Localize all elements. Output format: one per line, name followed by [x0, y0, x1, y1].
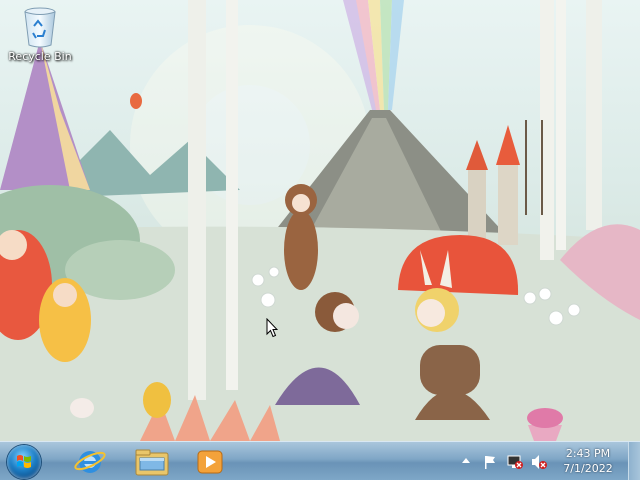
- clock-date: 7/1/2022: [563, 462, 613, 475]
- windows-media-player-icon: [197, 450, 223, 474]
- recycle-bin-graphic: [24, 7, 56, 48]
- internet-explorer-icon: [74, 451, 106, 473]
- taskbar: 2:43 PM 7/1/2022: [0, 441, 640, 480]
- taskbar-windows-explorer[interactable]: [126, 444, 178, 479]
- windows-explorer-icon: [135, 449, 169, 476]
- system-clock[interactable]: 2:43 PM 7/1/2022: [556, 446, 620, 476]
- windows-logo-icon: [17, 455, 31, 468]
- recycle-bin-icon[interactable]: Recycle Bin: [4, 6, 76, 74]
- action-center-flag-icon[interactable]: [482, 454, 498, 470]
- clock-time: 2:43 PM: [565, 447, 611, 460]
- desktop[interactable]: Recycle Bin: [0, 0, 640, 441]
- volume-muted-icon[interactable]: [530, 454, 548, 470]
- wallpaper-illustration: [0, 0, 640, 441]
- show-hidden-icons-chevron-icon[interactable]: [460, 454, 472, 468]
- taskbar-internet-explorer[interactable]: [64, 444, 116, 479]
- start-button[interactable]: [7, 445, 41, 479]
- taskbar-windows-media-player[interactable]: [186, 444, 238, 479]
- show-desktop-button[interactable]: [628, 442, 640, 480]
- network-error-icon[interactable]: [506, 454, 524, 470]
- mouse-pointer-icon: [266, 318, 278, 338]
- recycle-bin-label: Recycle Bin: [8, 50, 72, 63]
